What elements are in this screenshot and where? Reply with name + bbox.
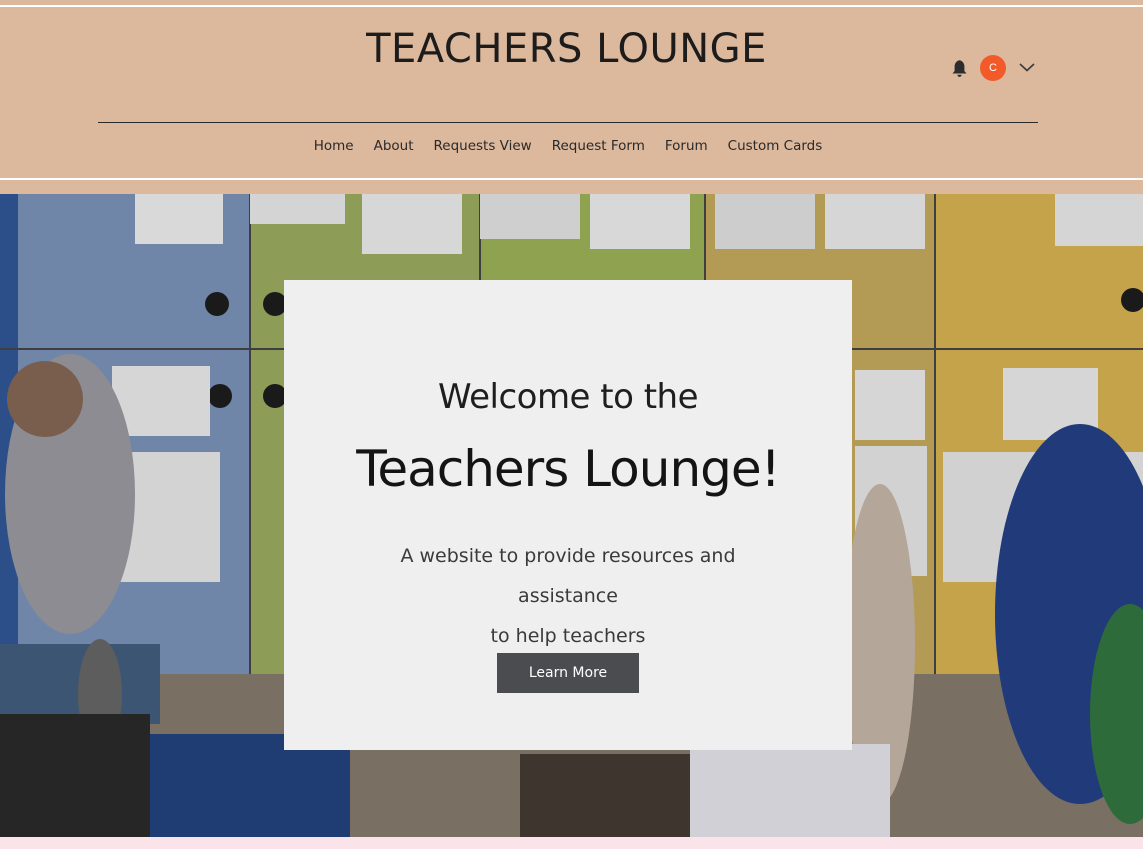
main-nav: Home About Requests View Request Form Fo… [0, 138, 1136, 154]
header-bottom-line [0, 178, 1143, 180]
hero-headline: Teachers Lounge! [356, 440, 780, 498]
site-header: TEACHERS LOUNGE C Home About Requests Vi… [0, 0, 1143, 194]
header-top-line [0, 5, 1143, 7]
nav-custom-cards[interactable]: Custom Cards [728, 138, 823, 154]
learn-more-button[interactable]: Learn More [497, 653, 639, 693]
nav-forum[interactable]: Forum [665, 138, 708, 154]
nav-request-form[interactable]: Request Form [552, 138, 645, 154]
avatar-letter: C [989, 62, 997, 74]
welcome-text: Welcome to the [437, 377, 699, 417]
header-divider [98, 122, 1038, 123]
chevron-down-icon[interactable] [1018, 61, 1036, 73]
hero-section: Welcome to the Teachers Lounge! A websit… [0, 194, 1143, 837]
subtitle-line-2: to help teachers [490, 625, 646, 647]
welcome-card: Welcome to the Teachers Lounge! A websit… [284, 280, 852, 750]
footer-strip [0, 837, 1143, 849]
nav-about[interactable]: About [374, 138, 414, 154]
user-avatar[interactable]: C [980, 55, 1006, 81]
hero-subtitle: A website to provide resources and assis… [354, 536, 782, 656]
subtitle-line-1: A website to provide resources and assis… [400, 545, 736, 607]
bell-icon[interactable] [950, 58, 969, 78]
nav-requests-view[interactable]: Requests View [434, 138, 532, 154]
nav-home[interactable]: Home [314, 138, 354, 154]
